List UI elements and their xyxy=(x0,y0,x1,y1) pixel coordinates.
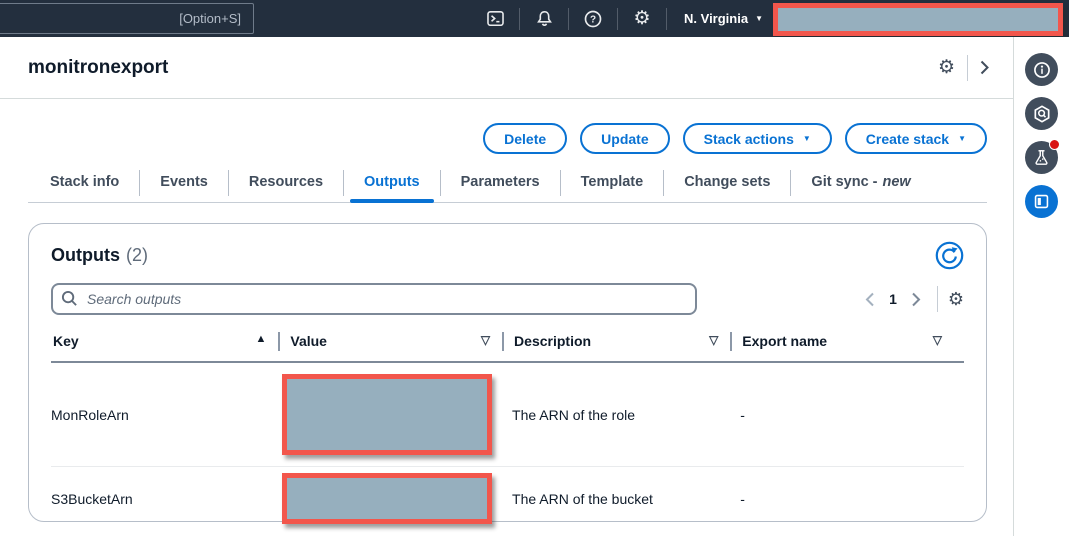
output-description: The ARN of the bucket xyxy=(512,490,653,507)
chevron-right-icon[interactable] xyxy=(980,60,989,75)
page-title: monitronexport xyxy=(28,56,169,78)
outputs-count: (2) xyxy=(126,244,148,265)
create-stack-dropdown-button[interactable]: Create stack ▼ xyxy=(844,123,987,154)
column-header-description[interactable]: Description ▽ xyxy=(512,329,741,363)
sort-ascending-icon[interactable]: ▲ xyxy=(255,333,266,345)
svg-text:?: ? xyxy=(590,14,596,25)
sort-icon[interactable]: ▽ xyxy=(709,333,718,347)
sort-icon[interactable]: ▽ xyxy=(933,333,942,347)
page-header: monitronexport ⚙ xyxy=(0,37,1013,98)
caret-down-icon: ▼ xyxy=(755,13,763,23)
search-outputs-box xyxy=(51,283,697,315)
info-panel-icon[interactable] xyxy=(1025,53,1058,86)
tab-outputs[interactable]: Outputs xyxy=(344,170,440,203)
sort-icon[interactable]: ▽ xyxy=(481,333,490,347)
column-header-export-name[interactable]: Export name ▽ xyxy=(740,329,964,363)
delete-button[interactable]: Delete xyxy=(483,123,568,154)
tab-events[interactable]: Events xyxy=(140,170,228,202)
outputs-panel-title: Outputs (2) xyxy=(51,244,148,265)
redacted-account-menu[interactable] xyxy=(773,3,1063,36)
tab-parameters[interactable]: Parameters xyxy=(441,170,560,202)
page-header-tools: ⚙ xyxy=(938,54,989,81)
search-shortcut-hint: [Option+S] xyxy=(179,11,241,26)
outputs-table: Key ▲ Value ▽ Description ▽ Export name … xyxy=(51,329,964,530)
settings-gear-icon[interactable]: ⚙ xyxy=(625,0,659,37)
nav-divider xyxy=(617,7,619,30)
column-header-key[interactable]: Key ▲ xyxy=(51,329,289,363)
previous-page-icon[interactable] xyxy=(857,286,883,312)
refresh-icon[interactable] xyxy=(934,240,964,270)
nav-icon-group: ? ⚙ N. Virginia ▼ xyxy=(478,0,763,37)
nav-divider xyxy=(519,7,521,30)
notification-dot xyxy=(1049,139,1060,150)
stack-actions-dropdown-button[interactable]: Stack actions ▼ xyxy=(682,123,832,154)
region-label: N. Virginia xyxy=(684,11,749,26)
new-badge: new xyxy=(882,174,911,190)
page-settings-gear-icon[interactable]: ⚙ xyxy=(938,58,955,77)
stack-tabs: Stack info Events Resources Outputs Para… xyxy=(28,170,987,203)
outputs-panel: Outputs (2) Search outputs 1 ⚙ Key ▲ Val… xyxy=(28,223,987,524)
tab-resources[interactable]: Resources xyxy=(229,170,343,202)
output-export-name: - xyxy=(740,362,964,467)
notifications-bell-icon[interactable] xyxy=(527,0,561,37)
table-preferences-gear-icon[interactable]: ⚙ xyxy=(948,290,964,308)
cloudshell-terminal-icon[interactable] xyxy=(478,0,512,37)
help-icon[interactable]: ? xyxy=(576,0,610,37)
beta-flask-icon[interactable] xyxy=(1025,139,1060,174)
tab-stack-info[interactable]: Stack info xyxy=(28,170,139,202)
divider xyxy=(967,54,968,81)
search-icon xyxy=(61,290,78,312)
search-outputs-input[interactable] xyxy=(51,283,697,315)
redacted-output-value xyxy=(282,473,493,524)
caret-down-icon: ▼ xyxy=(802,133,811,143)
amazon-q-hexagon-icon[interactable] xyxy=(1025,97,1058,130)
tab-template[interactable]: Template xyxy=(561,170,664,202)
outputs-panel-header: Outputs (2) xyxy=(51,240,964,270)
main-content: monitronexport ⚙ Delete Update Stack act… xyxy=(0,37,1013,536)
redacted-output-value xyxy=(282,374,493,455)
stack-actions-toolbar: Delete Update Stack actions ▼ Create sta… xyxy=(0,99,1013,154)
output-key: MonRoleArn xyxy=(51,362,289,467)
table-header-row: Key ▲ Value ▽ Description ▽ Export name … xyxy=(51,329,964,363)
tab-git-sync[interactable]: Git sync - new xyxy=(791,170,930,202)
top-navigation-bar: [Option+S] ? ⚙ N. Virginia ▼ xyxy=(0,0,1069,37)
region-selector[interactable]: N. Virginia ▼ xyxy=(684,11,763,26)
right-side-rail xyxy=(1013,37,1069,536)
column-header-value[interactable]: Value ▽ xyxy=(288,329,513,363)
nav-divider xyxy=(666,7,668,30)
output-key: S3BucketArn xyxy=(51,490,133,507)
update-button[interactable]: Update xyxy=(580,123,670,154)
tab-change-sets[interactable]: Change sets xyxy=(664,170,790,202)
output-export-name: - xyxy=(740,490,745,507)
pagination-controls: 1 ⚙ xyxy=(857,286,964,312)
caret-down-icon: ▼ xyxy=(958,133,966,143)
outputs-toolbar: 1 ⚙ xyxy=(51,283,964,315)
nav-search-input[interactable]: [Option+S] xyxy=(0,3,254,34)
cloudformation-stack-page: [Option+S] ? ⚙ N. Virginia ▼ monitronexp… xyxy=(0,0,1069,536)
nav-divider xyxy=(568,7,570,30)
next-page-icon[interactable] xyxy=(903,286,929,312)
divider xyxy=(936,286,938,312)
table-row: S3BucketArn The ARN of the bucket - xyxy=(51,467,964,531)
table-row: MonRoleArn The ARN of the role - xyxy=(51,362,964,467)
split-panel-icon[interactable] xyxy=(1025,185,1058,218)
output-description: The ARN of the role xyxy=(512,362,741,467)
page-number[interactable]: 1 xyxy=(883,291,903,307)
